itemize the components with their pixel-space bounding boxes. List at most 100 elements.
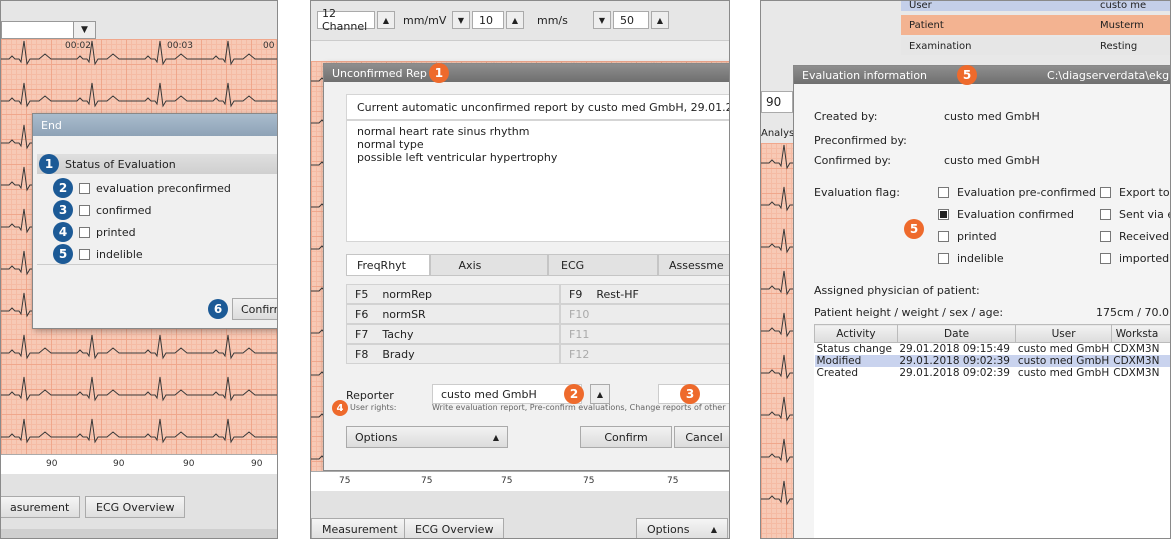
callout-badge: 6 — [208, 299, 228, 319]
options-label: Options — [355, 430, 398, 444]
shortcut-f10[interactable]: F10 — [560, 304, 729, 324]
lead-combo[interactable]: ▼ — [1, 21, 96, 39]
reporter-value: custo med GmbH — [441, 387, 537, 401]
flag-printed[interactable]: printed — [938, 230, 997, 243]
arrow-up-icon[interactable]: ▲ — [377, 11, 395, 29]
flag-received[interactable]: Received — [1100, 230, 1169, 243]
tab-ecg[interactable]: ECG — [548, 254, 658, 276]
shortcut-f7[interactable]: F7 Tachy — [346, 324, 560, 344]
shortcut-f11[interactable]: F11 — [560, 324, 729, 344]
arrow-up-icon[interactable]: ▲ — [651, 11, 669, 29]
flag-label: Received — [1119, 230, 1170, 243]
options-button[interactable]: Options ▲ — [346, 426, 508, 448]
checkbox[interactable] — [1100, 187, 1111, 198]
shortcut-f9[interactable]: F9 Rest-HF — [560, 284, 729, 304]
bottom-options-button[interactable]: Options ▲ — [636, 518, 728, 538]
checkbox[interactable] — [79, 248, 90, 260]
status-strip — [1, 529, 277, 538]
report-line: normal heart rate sinus rhythm — [357, 125, 530, 138]
column-header[interactable]: Date — [896, 324, 1017, 343]
column-header[interactable]: User — [1015, 324, 1112, 343]
tab-freqrhyt[interactable]: FreqRhyt — [346, 254, 430, 276]
table-cell: 29.01.2018 09:02:39 — [897, 355, 1016, 367]
tab-axis[interactable]: Axis — [429, 254, 548, 276]
checkbox[interactable] — [938, 253, 949, 264]
unit-label-1: mm/mV — [403, 14, 447, 27]
arrow-down-icon[interactable]: ▼ — [593, 11, 611, 29]
table-cell: CDXM3N — [1113, 367, 1160, 379]
checkbox[interactable] — [938, 187, 949, 198]
side-field[interactable]: 90 — [761, 91, 793, 113]
shortcut-f6[interactable]: F6 normSR — [346, 304, 560, 324]
confirm-button[interactable]: Confirm — [232, 298, 277, 320]
checkbox[interactable] — [1100, 209, 1111, 220]
column-header[interactable]: Worksta — [1110, 324, 1170, 343]
arrow-up-icon[interactable]: ▲ — [506, 11, 524, 29]
channel-select[interactable]: 12 Channel — [317, 7, 375, 33]
top-row-patient[interactable]: Patient Musterm — [901, 15, 1170, 35]
tab-ecg-overview[interactable]: ECG Overview — [85, 496, 186, 518]
callout-badge: 1 — [39, 154, 59, 174]
shortcut-key: F6 — [355, 307, 369, 321]
option-confirmed[interactable]: 3 confirmed — [53, 200, 151, 220]
callout-badge: 5 — [904, 219, 924, 239]
table-row[interactable]: Modified 29.01.2018 09:02:39 custo med G… — [814, 355, 1170, 367]
checkbox[interactable] — [79, 226, 90, 238]
tab-measurement[interactable]: asurement — [1, 496, 81, 518]
top-list: User custo me Patient Musterm Examinatio… — [901, 1, 1170, 63]
top-row-user[interactable]: User custo me — [901, 1, 1170, 11]
shortcut-name: Rest-HF — [596, 287, 639, 301]
shortcut-f5[interactable]: F5 normRep — [346, 284, 560, 304]
checkbox[interactable] — [1100, 231, 1111, 242]
amplitude-value[interactable]: 10 — [472, 11, 504, 29]
chevron-down-icon[interactable]: ▼ — [73, 22, 95, 38]
arrow-down-icon[interactable]: ▼ — [452, 11, 470, 29]
table-cell: CDXM3N — [1111, 355, 1170, 367]
flag-export[interactable]: Export to — [1100, 186, 1170, 199]
reporter-select[interactable]: custo med GmbH — [432, 384, 582, 404]
column-header[interactable]: Activity — [814, 324, 898, 343]
checkbox[interactable] — [79, 204, 90, 216]
top-row-value: Resting — [1100, 40, 1138, 52]
shortcut-key: F12 — [569, 347, 590, 361]
table-cell: CDXM3N — [1113, 343, 1160, 355]
option-printed[interactable]: 4 printed — [53, 222, 136, 242]
flag-sent[interactable]: Sent via e — [1100, 208, 1170, 221]
shortcut-name: Brady — [382, 347, 415, 361]
tick-label: 75 — [501, 476, 513, 486]
arrow-up-icon[interactable]: ▲ — [590, 384, 610, 404]
reporter-label: Reporter — [346, 389, 394, 402]
flag-label: printed — [957, 230, 997, 243]
table-cell: custo med GmbH — [1015, 355, 1112, 367]
top-row-examination[interactable]: Examination Resting — [901, 37, 1170, 55]
report-text-area[interactable]: normal heart rate sinus rhythm normal ty… — [346, 120, 729, 242]
callout-badge: 1 — [428, 63, 449, 83]
tab-ecg-overview[interactable]: ECG Overview — [404, 518, 505, 538]
checkbox[interactable] — [938, 231, 949, 242]
option-indelible[interactable]: 5 indelible — [53, 244, 143, 264]
flag-confirmed[interactable]: Evaluation confirmed — [938, 208, 1074, 221]
checkbox-checked[interactable] — [938, 209, 949, 220]
speed-value[interactable]: 50 — [613, 11, 649, 29]
table-row[interactable]: Created 29.01.2018 09:02:39 custo med Gm… — [815, 367, 1171, 379]
shortcut-f8[interactable]: F8 Brady — [346, 344, 560, 364]
top-row-label: User — [909, 1, 932, 11]
dialog-title: Evaluation information — [802, 68, 928, 82]
panel-unconfirmed-report: 12 Channel ▲ mm/mV ▼ 10 ▲ mm/s ▼ 50 ▲ Un… — [310, 0, 730, 539]
flag-preconfirmed[interactable]: Evaluation pre-confirmed — [938, 186, 1096, 199]
status-header: 1 Status of Evaluation — [37, 154, 277, 174]
table-row[interactable]: Status change 29.01.2018 09:15:49 custo … — [815, 343, 1171, 355]
flag-indelible[interactable]: indelible — [938, 252, 1004, 265]
option-label: confirmed — [96, 203, 152, 217]
option-preconfirmed[interactable]: 2 evaluation preconfirmed — [53, 178, 231, 198]
shortcut-f12[interactable]: F12 — [560, 344, 729, 364]
side-tab[interactable]: Analys — [761, 123, 795, 143]
confirm-button[interactable]: Confirm — [580, 426, 672, 448]
tab-measurement[interactable]: Measurement — [311, 518, 409, 538]
cancel-button[interactable]: Cancel — [674, 426, 729, 448]
checkbox[interactable] — [79, 182, 90, 194]
tab-assessment[interactable]: Assessme — [658, 254, 729, 276]
checkbox[interactable] — [1100, 253, 1111, 264]
flag-imported[interactable]: imported — [1100, 252, 1169, 265]
divider — [37, 264, 277, 265]
